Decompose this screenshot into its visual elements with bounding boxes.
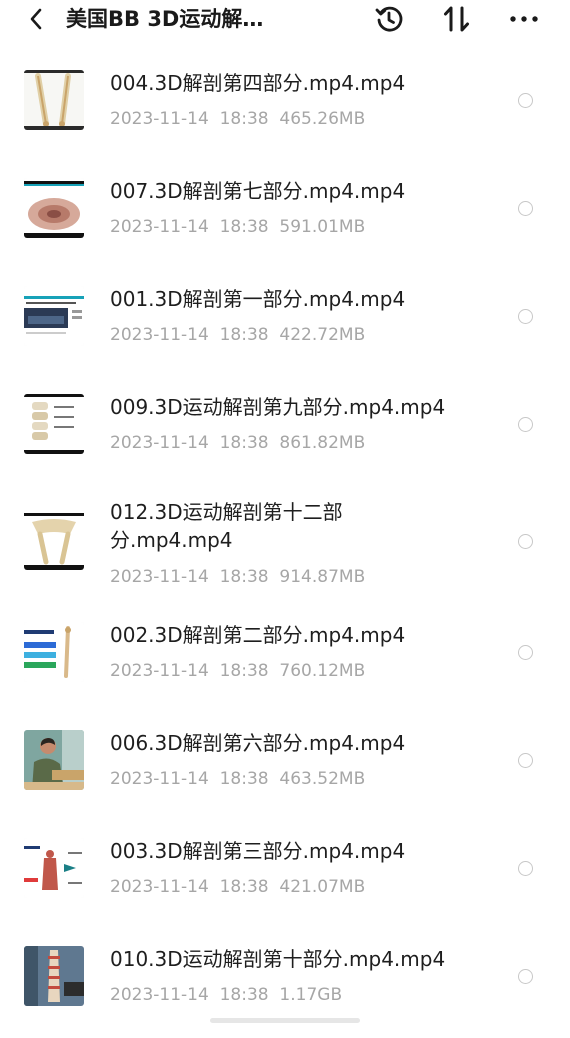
- file-meta: 2023-11-14 18:38 422.72MB: [110, 324, 365, 346]
- select-radio[interactable]: [518, 969, 533, 984]
- file-name: 003.3D解剖第三部分.mp4.mp4: [110, 839, 406, 863]
- file-date: 2023-11-14: [110, 109, 209, 129]
- chevron-left-icon: [30, 8, 42, 30]
- file-time: 18:38: [219, 661, 269, 681]
- page-title: 美国BB 3D运动解…: [66, 7, 264, 31]
- file-row[interactable]: 007.3D解剖第七部分.mp4.mp4 2023-11-14 18:38 59…: [0, 148, 570, 256]
- file-date: 2023-11-14: [110, 769, 209, 789]
- file-name: 009.3D运动解剖第九部分.mp4.mp4: [110, 395, 446, 419]
- file-time: 18:38: [219, 769, 269, 789]
- file-row[interactable]: 001.3D解剖第一部分.mp4.mp4 2023-11-14 18:38 42…: [0, 256, 570, 364]
- video-thumbnail: [24, 510, 84, 570]
- history-button[interactable]: [373, 3, 405, 35]
- file-name: 010.3D运动解剖第十部分.mp4.mp4: [110, 947, 446, 971]
- file-time: 18:38: [219, 877, 269, 897]
- file-size: 760.12MB: [279, 661, 366, 681]
- file-meta: 2023-11-14 18:38 421.07MB: [110, 876, 365, 898]
- file-size: 914.87MB: [279, 567, 366, 587]
- file-date: 2023-11-14: [110, 433, 209, 453]
- video-thumbnail: [24, 178, 84, 238]
- video-thumbnail: [24, 946, 84, 1006]
- file-row[interactable]: 006.3D解剖第六部分.mp4.mp4 2023-11-14 18:38 46…: [0, 714, 570, 822]
- file-name: 004.3D解剖第四部分.mp4.mp4: [110, 71, 406, 95]
- file-name: 002.3D解剖第二部分.mp4.mp4: [110, 623, 406, 647]
- file-size: 421.07MB: [279, 877, 366, 897]
- file-date: 2023-11-14: [110, 877, 209, 897]
- select-radio[interactable]: [518, 753, 533, 768]
- file-time: 18:38: [219, 109, 269, 129]
- file-meta: 2023-11-14 18:38 1.17GB: [110, 984, 342, 1006]
- select-radio[interactable]: [518, 534, 533, 549]
- file-meta: 2023-11-14 18:38 914.87MB: [110, 566, 365, 588]
- back-button[interactable]: [24, 6, 50, 32]
- file-date: 2023-11-14: [110, 567, 209, 587]
- video-thumbnail: [24, 838, 84, 898]
- file-meta: 2023-11-14 18:38 760.12MB: [110, 660, 365, 682]
- file-date: 2023-11-14: [110, 217, 209, 237]
- sort-button[interactable]: [441, 3, 473, 35]
- file-date: 2023-11-14: [110, 661, 209, 681]
- more-button[interactable]: [508, 3, 540, 35]
- top-bar: 美国BB 3D运动解…: [0, 0, 570, 38]
- file-list: 004.3D解剖第四部分.mp4.mp4 2023-11-14 18:38 46…: [0, 40, 570, 1038]
- file-meta: 2023-11-14 18:38 465.26MB: [110, 108, 365, 130]
- file-name: 006.3D解剖第六部分.mp4.mp4: [110, 731, 406, 755]
- file-row[interactable]: 003.3D解剖第三部分.mp4.mp4 2023-11-14 18:38 42…: [0, 822, 570, 930]
- file-time: 18:38: [219, 325, 269, 345]
- file-size: 422.72MB: [279, 325, 366, 345]
- file-meta: 2023-11-14 18:38 463.52MB: [110, 768, 365, 790]
- home-indicator: [210, 1018, 360, 1023]
- video-thumbnail: [24, 70, 84, 130]
- file-name: 001.3D解剖第一部分.mp4.mp4: [110, 287, 406, 311]
- file-row[interactable]: 012.3D运动解剖第十二部分.mp4.mp4 2023-11-14 18:38…: [0, 472, 570, 606]
- file-size: 465.26MB: [279, 109, 366, 129]
- file-meta: 2023-11-14 18:38 861.82MB: [110, 432, 365, 454]
- file-time: 18:38: [219, 433, 269, 453]
- select-radio[interactable]: [518, 417, 533, 432]
- history-icon: [375, 6, 403, 32]
- file-meta: 2023-11-14 18:38 591.01MB: [110, 216, 365, 238]
- file-size: 591.01MB: [279, 217, 366, 237]
- select-radio[interactable]: [518, 645, 533, 660]
- video-thumbnail: [24, 286, 84, 346]
- file-date: 2023-11-14: [110, 325, 209, 345]
- file-row[interactable]: 009.3D运动解剖第九部分.mp4.mp4 2023-11-14 18:38 …: [0, 364, 570, 472]
- file-size: 463.52MB: [279, 769, 366, 789]
- more-icon: [510, 16, 538, 22]
- file-name: 007.3D解剖第七部分.mp4.mp4: [110, 179, 406, 203]
- file-time: 18:38: [219, 567, 269, 587]
- sort-icon: [444, 6, 469, 32]
- file-size: 1.17GB: [279, 985, 343, 1005]
- file-row[interactable]: 002.3D解剖第二部分.mp4.mp4 2023-11-14 18:38 76…: [0, 606, 570, 714]
- file-row[interactable]: 004.3D解剖第四部分.mp4.mp4 2023-11-14 18:38 46…: [0, 40, 570, 148]
- select-radio[interactable]: [518, 201, 533, 216]
- video-thumbnail: [24, 622, 84, 682]
- file-size: 861.82MB: [279, 433, 366, 453]
- file-time: 18:38: [219, 985, 269, 1005]
- video-thumbnail: [24, 394, 84, 454]
- video-thumbnail: [24, 730, 84, 790]
- select-radio[interactable]: [518, 309, 533, 324]
- select-radio[interactable]: [518, 861, 533, 876]
- file-name: 012.3D运动解剖第十二部分.mp4.mp4: [110, 500, 343, 552]
- select-radio[interactable]: [518, 93, 533, 108]
- file-time: 18:38: [219, 217, 269, 237]
- file-date: 2023-11-14: [110, 985, 209, 1005]
